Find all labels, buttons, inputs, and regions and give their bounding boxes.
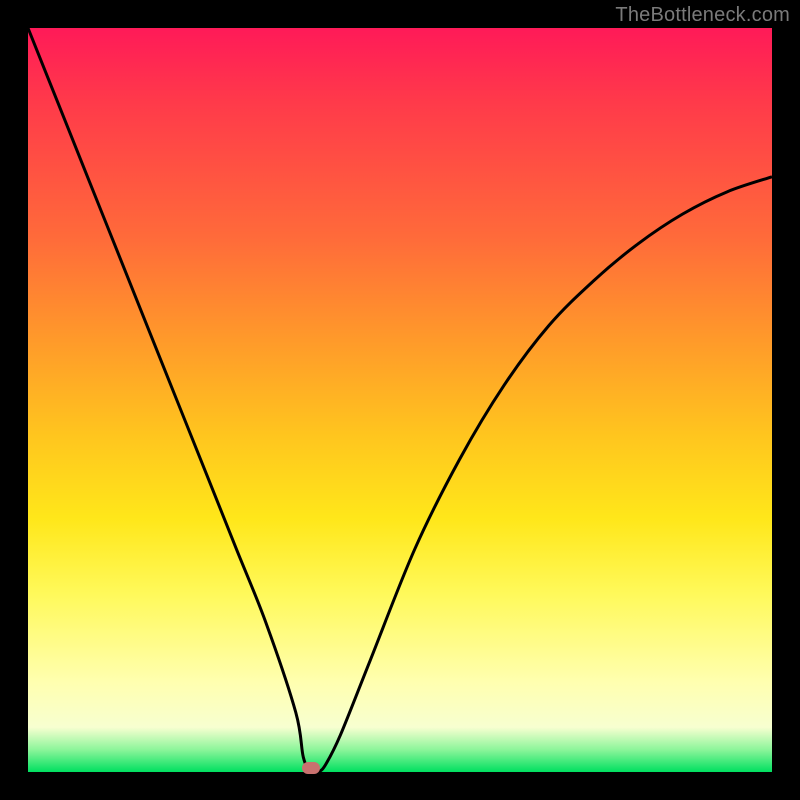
optimal-point-marker: [302, 762, 320, 774]
watermark-text: TheBottleneck.com: [615, 4, 790, 27]
plot-area: [28, 28, 772, 772]
bottleneck-curve: [28, 28, 772, 772]
curve-path: [28, 28, 772, 773]
chart-frame: TheBottleneck.com: [0, 0, 800, 800]
